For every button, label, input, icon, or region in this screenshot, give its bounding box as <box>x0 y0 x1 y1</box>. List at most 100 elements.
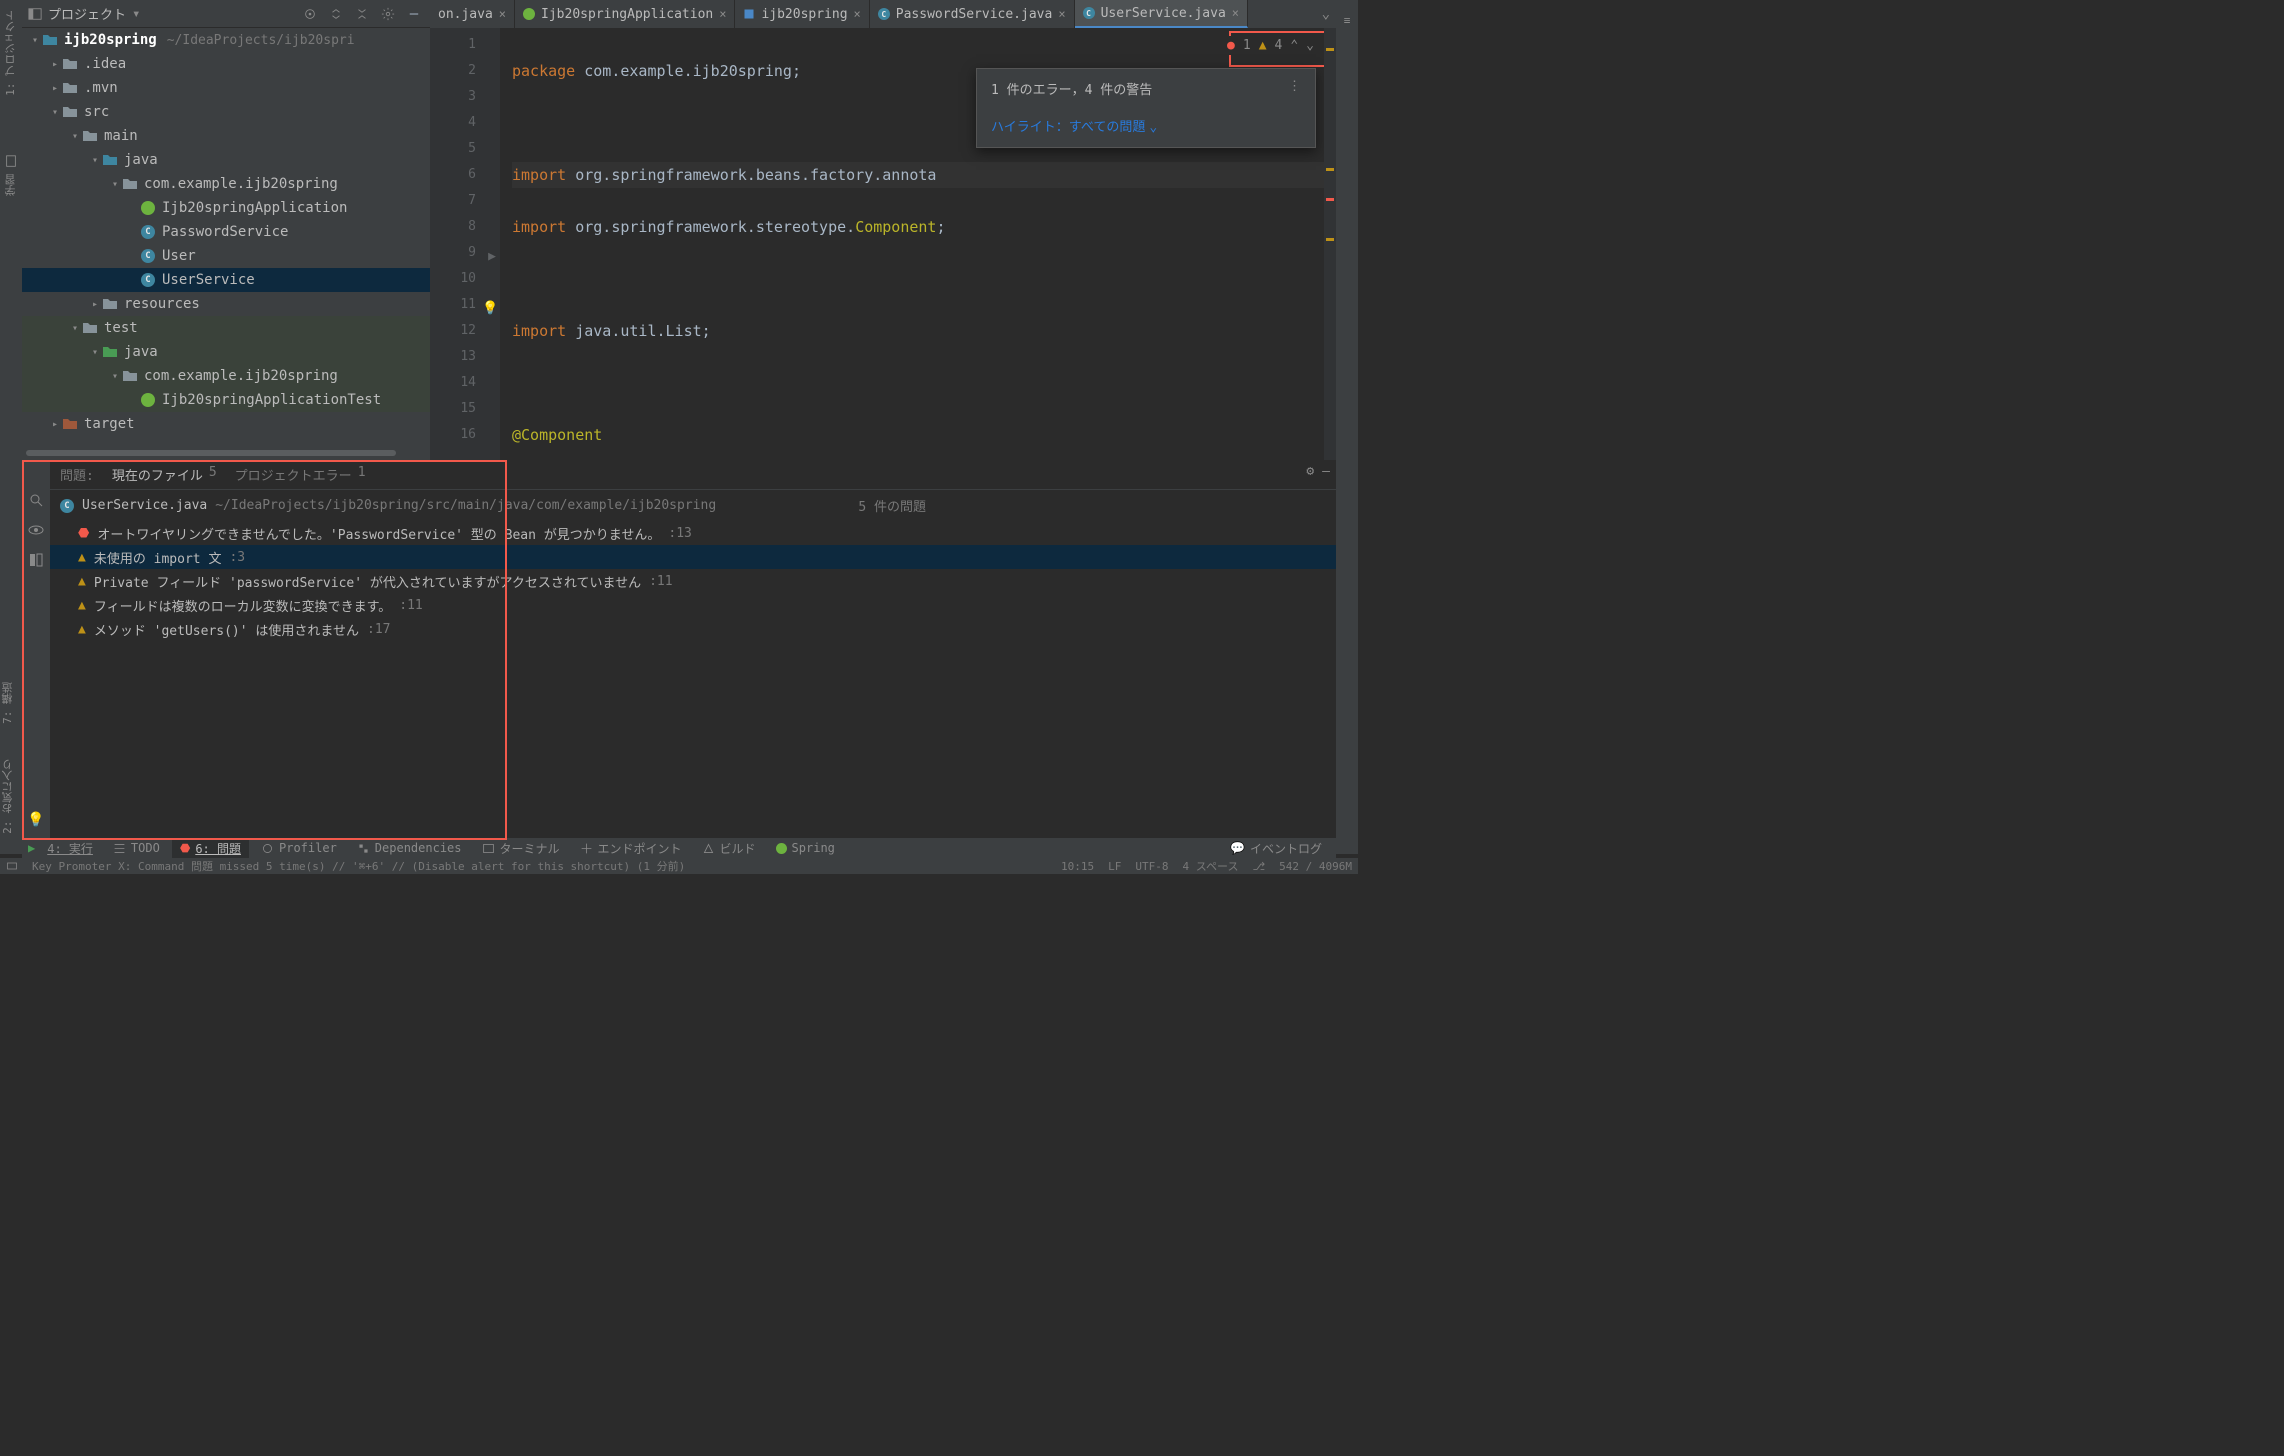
collapse-all-icon[interactable] <box>352 4 372 24</box>
run-gutter-icon[interactable]: ▶ <box>482 244 496 258</box>
run-icon[interactable]: ▶ <box>28 841 35 855</box>
tab-on-java[interactable]: on.java× <box>430 0 515 28</box>
bulb-icon[interactable]: 💡 <box>482 296 496 310</box>
tree-test-package[interactable]: ▾com.example.ijb20spring <box>22 364 430 388</box>
more-icon[interactable]: ⋮ <box>1288 79 1301 98</box>
problem-item[interactable]: ▲メソッド 'getUsers()' は使用されません:17 <box>50 617 1336 641</box>
tree-idea[interactable]: ▸.idea <box>22 52 430 76</box>
close-icon[interactable]: × <box>854 7 861 21</box>
project-tree[interactable]: ▾ijb20spring~/IdeaProjects/ijb20spri ▸.i… <box>22 28 430 460</box>
problems-tool-button[interactable]: ⬣6: 問題 <box>172 838 249 858</box>
tree-password-service[interactable]: CPasswordService <box>22 220 430 244</box>
class-icon: C <box>60 499 74 513</box>
structure-tool-button[interactable]: 7: 構造 <box>0 672 16 734</box>
project-view-icon <box>28 7 42 21</box>
tree-scrollbar[interactable] <box>22 448 430 458</box>
bottom-tool-bar: ▶ 4: 実行 TODO ⬣6: 問題 Profiler Dependencie… <box>22 838 1336 858</box>
tree-package[interactable]: ▾com.example.ijb20spring <box>22 172 430 196</box>
encoding[interactable]: UTF-8 <box>1135 860 1168 873</box>
problems-tab-project[interactable]: プロジェクトエラー1 <box>235 465 366 484</box>
module-icon <box>743 8 755 20</box>
layout-icon[interactable] <box>28 552 44 572</box>
close-icon[interactable]: × <box>719 7 726 21</box>
expand-all-icon[interactable] <box>326 4 346 24</box>
view-icon[interactable] <box>28 522 44 542</box>
tree-target[interactable]: ▸target <box>22 412 430 436</box>
gear-icon[interactable]: ⚙ <box>1306 464 1314 479</box>
warning-icon: ▲ <box>78 622 86 637</box>
close-icon[interactable]: × <box>499 7 506 21</box>
error-stripe[interactable] <box>1324 28 1336 460</box>
tree-user[interactable]: CUser <box>22 244 430 268</box>
tree-src[interactable]: ▾src <box>22 100 430 124</box>
todo-tool-button[interactable]: TODO <box>105 838 168 858</box>
event-log-button[interactable]: 💬イベントログ <box>1222 838 1330 858</box>
chevron-down-icon[interactable]: ⌄ <box>1306 38 1314 53</box>
tree-test-java[interactable]: ▾java <box>22 340 430 364</box>
right-tool-item[interactable]: ≡ <box>1336 8 1358 33</box>
tab-app[interactable]: Ijb20springApplication× <box>515 0 735 28</box>
tree-root[interactable]: ▾ijb20spring~/IdeaProjects/ijb20spri <box>22 28 430 52</box>
chevron-up-icon[interactable]: ⌃ <box>1290 38 1298 53</box>
learn-tool-button[interactable]: 学習 <box>0 146 22 206</box>
problems-file-header[interactable]: C UserService.java ~/IdeaProjects/ijb20s… <box>50 490 1336 521</box>
tree-test[interactable]: ▾test <box>22 316 430 340</box>
bulb-icon[interactable]: 💡 <box>27 812 44 828</box>
line-separator[interactable]: LF <box>1108 860 1121 873</box>
tab-password-service[interactable]: CPasswordService.java× <box>870 0 1075 28</box>
problems-panel: 💡 問題: 現在のファイル5 プロジェクトエラー1 ⚙ — C UserServ… <box>22 460 1336 838</box>
tree-java[interactable]: ▾java <box>22 148 430 172</box>
problem-item[interactable]: ⬣オートワイヤリングできませんでした。'PasswordService' 型の … <box>50 521 1336 545</box>
project-tool-button[interactable]: 1: プロジェクト <box>0 0 22 106</box>
class-icon: C <box>878 8 890 20</box>
run-tool-button[interactable]: 4: 実行 <box>39 838 101 858</box>
project-toolbar-title[interactable]: プロジェクト <box>48 4 126 23</box>
favorites-tool-button[interactable]: 2: お気に入り <box>0 749 16 844</box>
problems-tab-current[interactable]: 現在のファイル5 <box>112 465 217 484</box>
status-icon[interactable] <box>6 860 18 872</box>
tabs-dropdown[interactable]: ⌄ <box>1316 0 1336 28</box>
tree-test-app[interactable]: Ijb20springApplicationTest <box>22 388 430 412</box>
hide-icon[interactable]: — <box>404 4 424 24</box>
error-icon: ● <box>1227 38 1235 53</box>
problems-label: 問題: <box>60 465 94 484</box>
status-bar: Key Promoter X: Command 問題 missed 5 time… <box>0 858 1358 874</box>
inspection-widget[interactable]: ●1 ▲4 ⌃ ⌄ <box>1221 36 1320 55</box>
right-tool-strip: ≡ <box>1336 0 1358 854</box>
gear-icon[interactable] <box>378 4 398 24</box>
problems-toolbar: 💡 <box>22 460 50 838</box>
tree-mvn[interactable]: ▸.mvn <box>22 76 430 100</box>
editor-tabs: on.java× Ijb20springApplication× ijb20sp… <box>430 0 1336 28</box>
indent[interactable]: 4 スペース <box>1183 858 1239 874</box>
caret-position[interactable]: 10:15 <box>1061 860 1094 873</box>
gutter[interactable]: 12 34 56 78 9▶ 10 11💡 1213 1415 16 <box>430 28 500 460</box>
popup-header: 1 件のエラー，4 件の警告 <box>991 79 1152 98</box>
tab-user-service[interactable]: CUserService.java× <box>1075 0 1248 28</box>
tab-project[interactable]: ijb20spring× <box>735 0 869 28</box>
close-icon[interactable]: × <box>1232 6 1239 20</box>
spring-tool-button[interactable]: Spring <box>768 838 843 858</box>
tree-main[interactable]: ▾main <box>22 124 430 148</box>
close-icon[interactable]: × <box>1058 7 1065 21</box>
problem-item[interactable]: ▲未使用の import 文:3 <box>50 545 1336 569</box>
memory-indicator[interactable]: 542 / 4096M <box>1279 860 1352 873</box>
project-dropdown[interactable]: ▾ <box>132 6 140 22</box>
spring-icon <box>776 843 787 854</box>
endpoints-tool-button[interactable]: エンドポイント <box>572 838 690 858</box>
problem-item[interactable]: ▲Private フィールド 'passwordService' が代入されてい… <box>50 569 1336 593</box>
tree-user-service[interactable]: CUserService <box>22 268 430 292</box>
profiler-tool-button[interactable]: Profiler <box>253 838 345 858</box>
locate-icon[interactable] <box>300 4 320 24</box>
hide-icon[interactable]: — <box>1322 464 1330 479</box>
branch-icon[interactable]: ⎇ <box>1252 860 1265 873</box>
problem-item[interactable]: ▲フィールドは複数のローカル変数に変換できます。:11 <box>50 593 1336 617</box>
tree-app-class[interactable]: Ijb20springApplication <box>22 196 430 220</box>
dependencies-tool-button[interactable]: Dependencies <box>349 838 470 858</box>
build-tool-button[interactable]: ビルド <box>694 838 764 858</box>
filter-icon[interactable] <box>28 492 44 512</box>
terminal-tool-button[interactable]: ターミナル <box>474 838 568 858</box>
highlight-link[interactable]: ハイライト：すべての問題⌄ <box>977 108 1315 147</box>
tree-resources[interactable]: ▸resources <box>22 292 430 316</box>
problems-list: ⬣オートワイヤリングできませんでした。'PasswordService' 型の … <box>50 521 1336 838</box>
warning-icon: ▲ <box>1259 38 1267 53</box>
